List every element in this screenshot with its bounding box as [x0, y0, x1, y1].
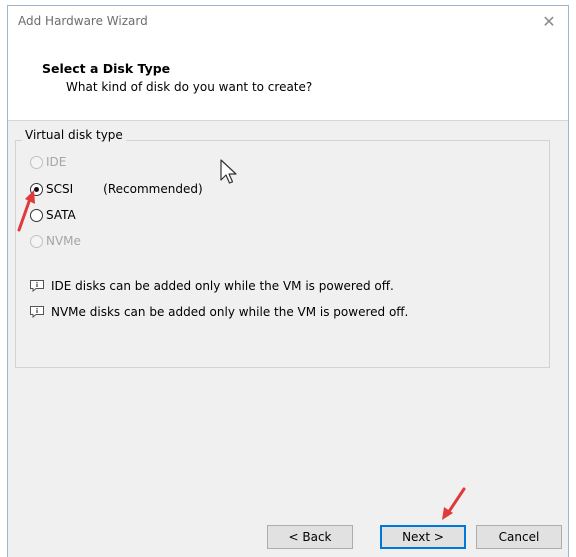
close-icon[interactable]: ✕	[538, 11, 560, 33]
radio-scsi-label[interactable]: SCSI	[46, 182, 73, 196]
radio-nvme-label: NVMe	[46, 234, 81, 248]
info-ide-text: IDE disks can be added only while the VM…	[51, 279, 394, 293]
info-comment-icon	[30, 306, 44, 318]
radio-sata-label[interactable]: SATA	[46, 208, 76, 222]
radio-nvme-circle	[30, 234, 43, 248]
disk-type-group	[15, 140, 550, 368]
radio-ide: IDE	[30, 153, 66, 171]
wizard-header: Select a Disk Type What kind of disk do …	[8, 38, 568, 121]
radio-scsi[interactable]: SCSI (Recommended)	[30, 180, 203, 198]
annotation-arrow-icon	[17, 190, 35, 232]
info-nvme: NVMe disks can be added only while the V…	[30, 305, 408, 319]
recommended-note: (Recommended)	[103, 182, 203, 196]
page-title: Select a Disk Type	[42, 61, 171, 76]
cancel-button[interactable]: Cancel	[476, 525, 562, 549]
radio-ide-circle	[30, 155, 43, 169]
next-button[interactable]: Next >	[380, 525, 466, 549]
annotation-arrow-icon	[442, 487, 466, 520]
group-label: Virtual disk type	[22, 128, 126, 142]
back-button[interactable]: < Back	[267, 525, 353, 549]
title-bar: Add Hardware Wizard ✕	[8, 6, 568, 38]
radio-ide-label: IDE	[46, 155, 67, 169]
info-nvme-text: NVMe disks can be added only while the V…	[51, 305, 409, 319]
info-ide: IDE disks can be added only while the VM…	[30, 279, 394, 293]
radio-nvme: NVMe	[30, 232, 81, 250]
window-title: Add Hardware Wizard	[18, 14, 148, 28]
mouse-cursor-icon	[220, 159, 237, 184]
page-subtitle: What kind of disk do you want to create?	[66, 80, 313, 94]
info-comment-icon	[30, 280, 44, 292]
